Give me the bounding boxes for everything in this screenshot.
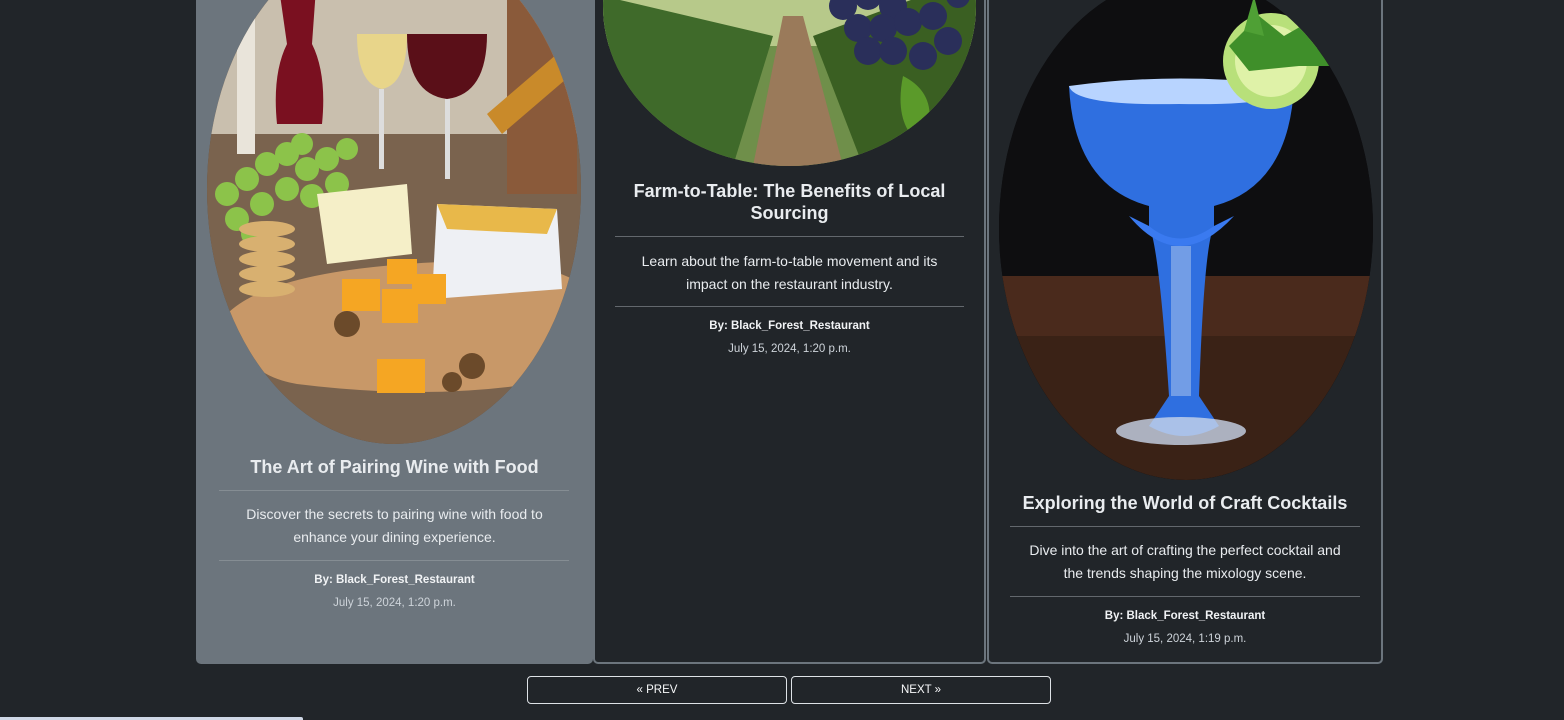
post-author: By: Black_Forest_Restaurant: [709, 320, 870, 332]
post-date: July 15, 2024, 1:19 p.m.: [1123, 633, 1247, 645]
divider: [1010, 596, 1360, 597]
post-date: July 15, 2024, 1:20 p.m.: [728, 343, 851, 355]
post-title[interactable]: Exploring the World of Craft Cocktails: [989, 492, 1381, 514]
blog-card-craft-cocktails[interactable]: Exploring the World of Craft Cocktails D…: [987, 0, 1383, 664]
blog-card-wine-pairing[interactable]: The Art of Pairing Wine with Food Discov…: [196, 0, 593, 664]
wine-cheese-image: [207, 0, 581, 444]
post-description: Discover the secrets to pairing wine wit…: [246, 506, 543, 545]
divider: [615, 306, 964, 307]
blue-cocktail-image: [999, 0, 1373, 480]
post-author: By: Black_Forest_Restaurant: [314, 574, 475, 586]
vineyard-image: [603, 0, 976, 166]
divider: [1010, 526, 1360, 527]
post-description: Learn about the farm-to-table movement a…: [641, 253, 938, 292]
divider: [219, 490, 569, 491]
prev-page-button[interactable]: « PREV: [527, 676, 787, 704]
post-date: July 15, 2024, 1:20 p.m.: [333, 597, 456, 609]
post-author: By: Black_Forest_Restaurant: [1104, 610, 1266, 622]
divider: [615, 236, 964, 237]
post-title[interactable]: The Art of Pairing Wine with Food: [196, 456, 593, 478]
post-title[interactable]: Farm-to-Table: The Benefits of Local Sou…: [595, 180, 984, 224]
post-description: Dive into the art of crafting the perfec…: [1029, 542, 1341, 581]
blog-card-farm-to-table[interactable]: Farm-to-Table: The Benefits of Local Sou…: [593, 0, 986, 664]
divider: [219, 560, 569, 561]
next-page-button[interactable]: NEXT »: [791, 676, 1051, 704]
